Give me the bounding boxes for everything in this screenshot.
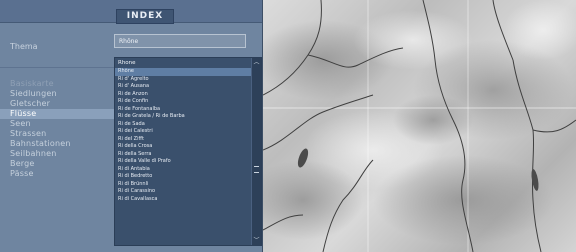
layer-item[interactable]: Strassen: [10, 129, 116, 139]
layer-item[interactable]: Seen: [10, 119, 116, 129]
layer-item[interactable]: Berge: [10, 159, 116, 169]
chevron-up-icon[interactable]: ︿: [252, 58, 261, 67]
dropdown-option[interactable]: Ri della Valle di Prafo: [115, 158, 251, 166]
index-panel: INDEX Thema Rhône Basiskarte Siedlungen Gl…: [0, 0, 263, 252]
dropdown-option[interactable]: Ri di Antabia: [115, 166, 251, 174]
dropdown-option[interactable]: Ri della Crosa: [115, 143, 251, 151]
dropdown-option[interactable]: Ri di Bedretto: [115, 173, 251, 181]
dropdown-option[interactable]: Rhône: [115, 68, 251, 76]
layer-menu: Basiskarte Siedlungen Gletscher Flüsse Seen S…: [0, 79, 116, 179]
layer-item[interactable]: Flüsse: [0, 109, 116, 119]
dropdown-current-value[interactable]: Rhone: [115, 58, 261, 68]
dropdown-option[interactable]: Ri de Fontanalba: [115, 106, 251, 114]
dropdown-option[interactable]: Ri de Gratela / Ri de Barba: [115, 113, 251, 121]
layer-item[interactable]: Siedlungen: [10, 89, 116, 99]
dropdown-option[interactable]: Ri de Anzon: [115, 91, 251, 99]
dropdown-option[interactable]: Ri de Sada: [115, 121, 251, 129]
relief-map[interactable]: [263, 0, 576, 252]
layer-item[interactable]: Bahnstationen: [10, 139, 116, 149]
panel-header: INDEX: [0, 0, 262, 24]
map-terrain: [263, 0, 576, 252]
river-dropdown[interactable]: Rhone Rhône Ri d' Agrelto Ri d' Ausana Ri d…: [114, 57, 262, 246]
dropdown-scrollbar[interactable]: ︿ ﹀: [251, 58, 261, 245]
layer-item[interactable]: Pässe: [10, 169, 116, 179]
dropdown-option[interactable]: Ri di Brünnli: [115, 181, 251, 189]
dropdown-option[interactable]: Ri di Cavallasca: [115, 196, 251, 204]
theme-label: Thema: [10, 42, 38, 51]
dropdown-option[interactable]: Ri di Carassino: [115, 188, 251, 196]
dropdown-list: Rhône Ri d' Agrelto Ri d' Ausana Ri de Anzo…: [115, 68, 251, 203]
index-tab[interactable]: INDEX: [116, 9, 174, 24]
theme-field[interactable]: Rhône: [114, 34, 246, 48]
dropdown-option[interactable]: Ri dei Calestri: [115, 128, 251, 136]
dropdown-option[interactable]: Ri d' Ausana: [115, 83, 251, 91]
dropdown-option[interactable]: Ri della Serra: [115, 151, 251, 159]
dropdown-option[interactable]: Ri del Zifft: [115, 136, 251, 144]
dropdown-option[interactable]: Ri de Confin: [115, 98, 251, 106]
layer-item[interactable]: Seilbahnen: [10, 149, 116, 159]
scrollbar-thumb[interactable]: [254, 166, 259, 173]
layer-item[interactable]: Gletscher: [10, 99, 116, 109]
chevron-down-icon[interactable]: ﹀: [252, 236, 261, 245]
layer-item[interactable]: Basiskarte: [10, 79, 116, 89]
dropdown-option[interactable]: Ri d' Agrelto: [115, 76, 251, 84]
